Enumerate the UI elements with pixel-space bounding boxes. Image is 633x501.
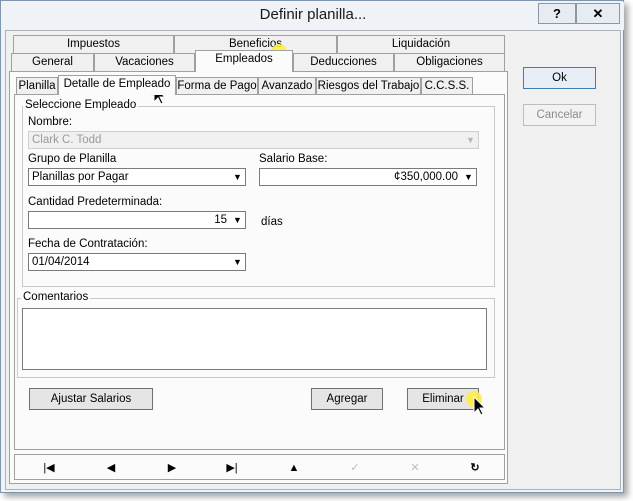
- first-icon[interactable]: |◀: [37, 461, 61, 475]
- dialog-client-area: Impuestos Beneficios Liquidación General…: [5, 30, 621, 490]
- cantidad-unit: días: [261, 216, 283, 228]
- up-icon[interactable]: ▲: [282, 461, 306, 475]
- salario-base-select[interactable]: ¢350,000.00 ▼: [259, 168, 477, 186]
- subtab-avanzado[interactable]: Avanzado: [258, 77, 316, 95]
- chevron-down-icon: ▼: [464, 172, 473, 182]
- subtab-detalle-empleado[interactable]: Detalle de Empleado: [58, 75, 176, 95]
- tab-vacaciones[interactable]: Vacaciones: [94, 53, 195, 71]
- fecha-contratacion-picker[interactable]: 01/04/2014 ▼: [28, 253, 246, 271]
- tab-general[interactable]: General: [11, 53, 94, 71]
- record-navigator: |◀ ◀ ▶ ▶| ▲ ✓ ✕ ↻: [14, 454, 505, 480]
- cancelar-button: Cancelar: [523, 104, 596, 126]
- comentarios-title: Comentarios: [21, 291, 91, 304]
- tab-obligaciones[interactable]: Obligaciones: [394, 53, 505, 71]
- nombre-label: Nombre:: [28, 116, 73, 128]
- cantidad-label: Cantidad Predeterminada:: [28, 196, 163, 208]
- empleados-panel: Planilla Detalle de Empleado Forma de Pa…: [9, 71, 508, 484]
- prev-icon[interactable]: ◀: [99, 461, 123, 475]
- close-button[interactable]: ✕: [576, 3, 620, 24]
- subtab-planilla[interactable]: Planilla: [16, 77, 58, 95]
- chevron-down-icon: ▼: [233, 215, 242, 225]
- seleccione-empleado-title: Seleccione Empleado: [23, 99, 139, 112]
- tab-empleados[interactable]: Empleados: [195, 50, 293, 72]
- mouse-cursor-icon: [466, 391, 487, 416]
- chevron-down-icon: ▼: [233, 257, 242, 267]
- refresh-icon[interactable]: ↻: [463, 461, 487, 475]
- window-title: Definir planilla...: [259, 6, 367, 23]
- agregar-button[interactable]: Agregar: [311, 388, 383, 410]
- tab-liquidacion[interactable]: Liquidación: [337, 35, 505, 53]
- ajustar-salarios-button[interactable]: Ajustar Salarios: [29, 388, 153, 410]
- last-icon[interactable]: ▶|: [220, 461, 244, 475]
- cancel-icon: ✕: [410, 462, 420, 474]
- ok-button[interactable]: Ok: [523, 67, 596, 89]
- next-icon[interactable]: ▶: [160, 461, 184, 475]
- cantidad-value: 15: [214, 214, 227, 226]
- chevron-down-icon: ▼: [466, 135, 475, 145]
- confirm-icon: ✓: [350, 462, 360, 474]
- dialog-window: Definir planilla... ? ✕ Impuestos Benefi…: [0, 0, 624, 493]
- subtab-forma-pago[interactable]: Forma de Pago: [176, 77, 258, 95]
- nombre-value: Clark C. Todd: [32, 134, 102, 146]
- subtab-ccss[interactable]: C.C.S.S.: [421, 77, 473, 95]
- detalle-empleado-panel: Seleccione Empleado Nombre: Clark C. Tod…: [14, 94, 505, 450]
- salario-base-label: Salario Base:: [259, 153, 328, 165]
- grupo-planilla-value: Planillas por Pagar: [32, 171, 129, 183]
- tab-impuestos[interactable]: Impuestos: [13, 35, 174, 53]
- chevron-down-icon: ▼: [233, 172, 242, 182]
- grupo-planilla-select[interactable]: Planillas por Pagar ▼: [28, 168, 246, 186]
- grupo-planilla-label: Grupo de Planilla: [28, 153, 117, 165]
- salario-base-value: ¢350,000.00: [394, 171, 458, 183]
- subtab-riesgos-trabajo[interactable]: Riesgos del Trabajo: [316, 77, 421, 95]
- cantidad-combo[interactable]: 15 ▼: [28, 211, 246, 229]
- tab-deducciones[interactable]: Deducciones: [293, 53, 394, 71]
- comentarios-textarea[interactable]: [22, 308, 487, 370]
- fecha-contratacion-label: Fecha de Contratación:: [28, 238, 148, 250]
- title-bar: Definir planilla... ? ✕: [2, 2, 624, 30]
- help-button[interactable]: ?: [538, 3, 576, 24]
- fecha-contratacion-value: 01/04/2014: [32, 256, 90, 268]
- nombre-select[interactable]: Clark C. Todd ▼: [28, 131, 479, 149]
